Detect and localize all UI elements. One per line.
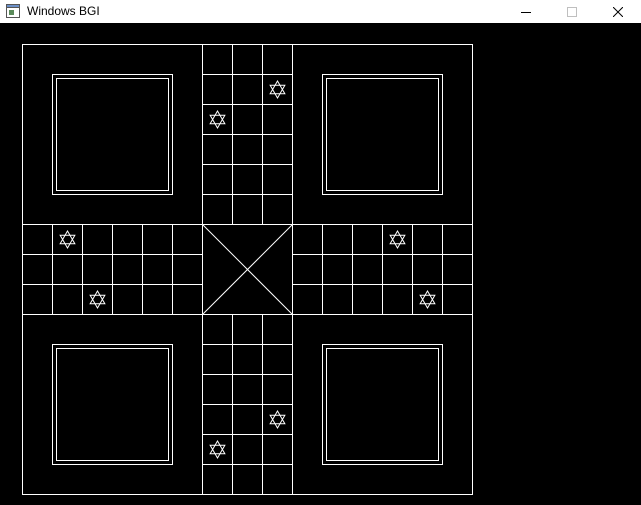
graphics-canvas[interactable] [0, 23, 641, 505]
maximize-button[interactable] [549, 0, 595, 23]
star-triangle [59, 234, 76, 250]
star-of-david-icon [209, 109, 226, 130]
star-triangle [209, 109, 226, 125]
star-triangle [419, 294, 436, 310]
star-triangle [89, 294, 106, 310]
star-triangle [89, 289, 106, 305]
star-of-david-icon [269, 409, 286, 430]
home-base-bottom-right-inner [326, 348, 439, 461]
star-of-david-icon [419, 289, 436, 310]
star-of-david-icon [269, 79, 286, 100]
star-triangle [269, 79, 286, 95]
close-icon [613, 6, 623, 17]
home-base-top-left-inner [56, 78, 169, 191]
home-base-bottom-right-outer [322, 344, 443, 465]
star-triangle [269, 414, 286, 430]
star-triangle [419, 289, 436, 305]
star-of-david-icon [89, 289, 106, 310]
home-base-top-right-inner [326, 78, 439, 191]
home-base-bottom-left-inner [56, 348, 169, 461]
star-of-david-icon [209, 439, 226, 460]
window-title: Windows BGI [27, 4, 100, 18]
star-triangle [269, 409, 286, 425]
maximize-icon [567, 6, 577, 17]
star-of-david-icon [59, 229, 76, 250]
home-base-top-right-outer [322, 74, 443, 195]
close-button[interactable] [595, 0, 641, 23]
home-base-top-left-outer [52, 74, 173, 195]
star-triangle [209, 439, 226, 455]
star-triangle [389, 234, 406, 250]
title-bar[interactable]: Windows BGI [0, 0, 641, 23]
ludo-board [22, 44, 473, 495]
star-triangle [209, 444, 226, 460]
app-icon [6, 4, 20, 18]
star-triangle [389, 229, 406, 245]
star-triangle [209, 114, 226, 130]
minimize-icon [521, 11, 531, 13]
star-of-david-icon [389, 229, 406, 250]
minimize-button[interactable] [503, 0, 549, 23]
star-triangle [269, 84, 286, 100]
home-base-bottom-left-outer [52, 344, 173, 465]
star-triangle [59, 229, 76, 245]
